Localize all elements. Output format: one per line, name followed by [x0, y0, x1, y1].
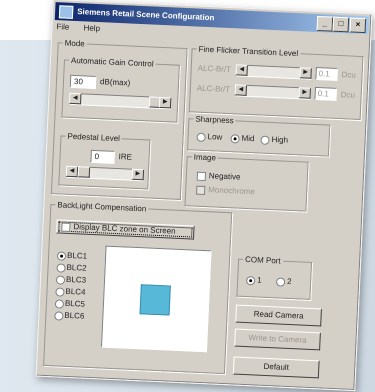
blc-legend: BackLight Compensation [55, 200, 149, 214]
flicker-legend: Fine Flicker Transition Level [196, 44, 301, 59]
pedestal-value-field[interactable]: 0 [90, 149, 115, 164]
flicker-row2-field[interactable]: 0.1 [314, 86, 337, 101]
write-camera-button[interactable]: Write to Camera [234, 328, 321, 351]
com-port-2-radio[interactable] [275, 277, 286, 287]
flicker-group: Fine Flicker Transition Level ALC-Br/T ◀… [188, 44, 364, 121]
blc5-radio[interactable] [54, 299, 65, 309]
pedestal-left-arrow-icon[interactable]: ◀ [65, 165, 79, 178]
negative-checkbox[interactable] [196, 171, 207, 182]
monochrome-checkbox[interactable] [196, 185, 206, 196]
app-icon [58, 5, 74, 19]
agc-legend: Automatic Gain Control [68, 55, 156, 69]
blc-group: BackLight Compensation Display BLC zone … [43, 200, 233, 375]
flicker-row1-left-arrow-icon[interactable]: ◀ [235, 64, 248, 76]
sharpness-legend: Sharpness [193, 114, 236, 126]
agc-unit-label: dB(max) [99, 77, 131, 88]
pedestal-legend: Pedestal Level [65, 131, 123, 144]
config-window: Siemens Retail Scene Configuration _ □ ×… [35, 0, 373, 392]
negative-label: Negative [208, 171, 241, 182]
flicker-row1-field[interactable]: 0.1 [315, 66, 338, 81]
image-group: Image Negative Monochrome [184, 152, 309, 212]
flicker-row2-label: ALC-Br/T [196, 83, 231, 95]
sharpness-group: Sharpness Low Mid High [187, 114, 331, 157]
blc2-radio[interactable] [56, 263, 66, 273]
com-port-1-radio[interactable] [245, 276, 256, 286]
sharpness-high-label: High [271, 135, 289, 145]
flicker-row2-unit: Dcu [340, 90, 356, 100]
pedestal-unit-label: IRE [118, 152, 133, 162]
flicker-row1-right-arrow-icon[interactable]: ▶ [299, 67, 312, 79]
mode-group: Mode Automatic Gain Control 30 dB(max) ◀… [50, 38, 188, 200]
pedestal-slider-thumb[interactable] [77, 166, 91, 178]
com-port-group: COM Port 1 2 [236, 254, 313, 300]
blc3-radio[interactable] [55, 275, 66, 285]
sharpness-low-radio[interactable] [196, 132, 206, 143]
menu-file[interactable]: File [56, 22, 69, 32]
mode-legend: Mode [62, 38, 87, 49]
sharpness-mid-label: Mid [241, 133, 255, 144]
blc1-label: BLC1 [66, 250, 88, 261]
sharpness-mid-radio[interactable] [230, 134, 240, 144]
menu-bar: File Help [56, 22, 112, 37]
agc-right-arrow-icon[interactable]: ▶ [158, 96, 172, 109]
pedestal-group: Pedestal Level 0 IRE ◀ ▶ [58, 131, 151, 190]
display-blc-zone-toggle[interactable]: Display BLC zone on Screen [56, 219, 195, 240]
com-port-2-label: 2 [286, 276, 292, 287]
blc6-label: BLC6 [64, 310, 85, 321]
minimize-button[interactable]: _ [316, 15, 334, 32]
blc2-label: BLC2 [66, 262, 87, 273]
display-blc-zone-label: Display BLC zone on Screen [73, 222, 176, 236]
read-camera-button[interactable]: Read Camera [235, 304, 322, 327]
flicker-row1-label: ALC-Br/T [197, 63, 232, 75]
agc-left-arrow-icon[interactable]: ◀ [68, 92, 82, 105]
image-legend: Image [191, 152, 219, 163]
flicker-row2-left-arrow-icon[interactable]: ◀ [234, 84, 248, 96]
monochrome-label: Monochrome [208, 185, 256, 197]
agc-group: Automatic Gain Control 30 dB(max) ◀ ▶ [61, 55, 180, 123]
pedestal-right-arrow-icon[interactable]: ▶ [131, 168, 145, 181]
sharpness-high-radio[interactable] [260, 135, 270, 145]
blc-zone-preview[interactable] [100, 245, 212, 353]
blc4-label: BLC4 [65, 286, 86, 297]
com-port-legend: COM Port [242, 254, 283, 266]
window-title: Siemens Retail Scene Configuration [76, 7, 215, 23]
flicker-row1-unit: Dcu [341, 70, 357, 80]
default-button[interactable]: Default [232, 356, 320, 379]
sharpness-low-label: Low [207, 132, 223, 142]
menu-help[interactable]: Help [83, 23, 100, 33]
blc3-label: BLC3 [65, 274, 87, 285]
blc-zone-highlight [139, 284, 171, 316]
agc-value-field[interactable]: 30 [69, 74, 97, 89]
com-port-1-label: 1 [256, 275, 262, 285]
flicker-row2-right-arrow-icon[interactable]: ▶ [298, 87, 311, 99]
blc5-label: BLC5 [64, 298, 86, 309]
blc4-radio[interactable] [55, 287, 65, 297]
close-button[interactable]: × [349, 17, 367, 34]
maximize-button[interactable]: □ [332, 16, 350, 33]
blc6-radio[interactable] [54, 311, 64, 321]
display-blc-zone-checkbox[interactable] [61, 222, 71, 232]
blc1-radio[interactable] [56, 251, 67, 261]
